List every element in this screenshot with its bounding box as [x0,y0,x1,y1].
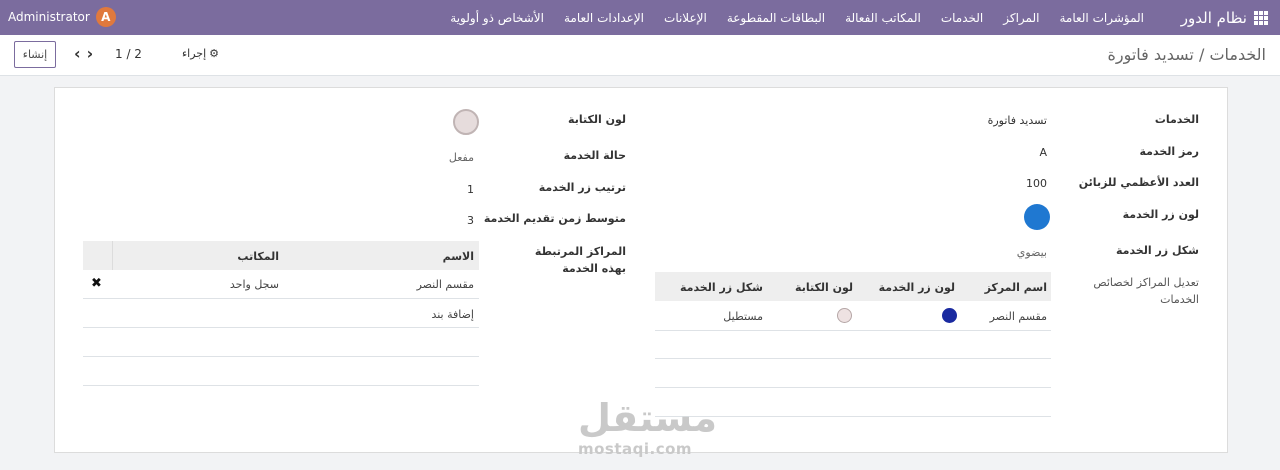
row-button-shape[interactable]: مستطيل [723,310,763,323]
max-customers-value[interactable]: 100 [1026,177,1047,190]
row-text-color-swatch[interactable] [837,308,852,323]
status-label: حالة الخدمة [563,149,626,162]
watermark-arabic: مستقل [578,396,717,440]
button-shape-value[interactable]: بيضوي [1017,246,1047,259]
brand-title[interactable]: نظام الدور [1181,9,1247,27]
user-name[interactable]: Administrator [8,10,90,24]
order-label: ترتيب زر الخدمة [538,181,626,194]
menu-item-announcements[interactable]: الإعلانات [654,11,717,25]
text-color-label: لون الكتابة [568,113,626,126]
control-panel: الخدمات / تسديد فاتورة إنشاء ‹ › 1 / 2 ⚙… [0,35,1280,76]
add-line-link[interactable]: إضافة بند [431,308,474,321]
chevron-right-icon[interactable]: › [87,44,94,63]
header-center-name[interactable]: اسم المركز [985,281,1047,294]
apps-grid-icon[interactable] [1254,10,1268,25]
row-offices[interactable]: سجل واحد [230,278,279,291]
pager-value[interactable]: 1 / 2 [115,47,142,61]
breadcrumb[interactable]: الخدمات / تسديد فاتورة [1107,45,1266,64]
header-button-shape[interactable]: شكل زر الخدمة [680,281,763,294]
status-value[interactable]: مفعل [449,151,474,164]
top-navbar: Administrator A المؤشرات العامة المراكز … [0,0,1280,35]
code-value[interactable]: A [1039,146,1047,159]
text-color-swatch[interactable] [453,109,479,135]
avatar[interactable]: A [95,7,116,27]
divider [83,356,479,357]
divider [112,241,113,270]
chevron-left-icon[interactable]: ‹ [74,44,81,63]
row-button-color-swatch[interactable] [942,308,957,323]
menu-item-active-offices[interactable]: المكاتب الفعالة [835,11,931,25]
divider [83,385,479,386]
action-label: إجراء [182,47,207,60]
pager-navigation: ‹ › [74,44,93,63]
button-color-swatch[interactable] [1024,204,1050,230]
header-text-color[interactable]: لون الكتابة [795,281,853,294]
user-menu[interactable]: Administrator A [8,7,116,27]
header-button-color[interactable]: لون زر الخدمة [879,281,955,294]
watermark-latin: mostaqi.com [578,440,693,458]
divider [655,387,1051,388]
avg-time-value[interactable]: 3 [467,214,474,227]
header-offices[interactable]: المكاتب [237,250,279,263]
row-name[interactable]: مقسم النصر [417,278,474,291]
order-value[interactable]: 1 [467,183,474,196]
header-name[interactable]: الاسم [443,250,474,263]
divider [83,327,479,328]
menu-item-cut-cards[interactable]: البطاقات المقطوعة [717,11,835,25]
action-button[interactable]: ⚙ إجراء [182,47,219,60]
divider [655,330,1051,331]
menu-item-services[interactable]: الخدمات [931,11,993,25]
gear-icon: ⚙ [209,47,220,60]
offices-table-header [83,241,479,270]
divider [83,298,479,299]
avg-time-label: متوسط زمن تقديم الخدمة [483,212,626,225]
menu-item-general-settings[interactable]: الإعدادات العامة [554,11,654,25]
button-shape-label: شكل زر الخدمة [1115,244,1199,257]
linked-centers-label: المراكز المرتبطة بهذه الخدمة [534,245,626,275]
menu-item-centers[interactable]: المراكز [993,11,1049,25]
main-menu: المؤشرات العامة المراكز الخدمات المكاتب … [440,0,1154,35]
services-value[interactable]: تسديد فاتورة [988,114,1047,127]
menu-item-priority-persons[interactable]: الأشخاص ذو أولوية [440,11,554,25]
app-brand[interactable]: نظام الدور [1181,0,1268,35]
watermark-logo: مستقل mostaqi.com [578,396,717,458]
delete-row-icon[interactable]: ✖ [91,276,102,291]
services-label: الخدمات [1154,113,1199,126]
max-customers-label: العدد الأعظمي للزبائن [1078,176,1199,189]
code-label: رمز الخدمة [1139,145,1199,158]
create-button[interactable]: إنشاء [14,41,56,68]
menu-item-general-indicators[interactable]: المؤشرات العامة [1049,11,1154,25]
divider [655,358,1051,359]
row-center-name[interactable]: مقسم النصر [990,310,1047,323]
edit-centers-label: تعديل المراكز لخصائص الخدمات [1093,276,1199,306]
button-color-label: لون زر الخدمة [1122,208,1199,221]
